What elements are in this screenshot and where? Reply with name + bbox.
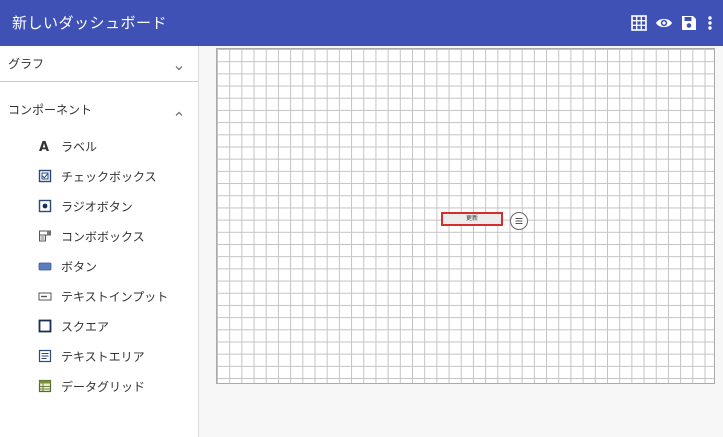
app-header: 新しいダッシュボード: [0, 0, 723, 46]
radio-button-icon: [38, 198, 52, 213]
more-vert-icon[interactable]: [705, 14, 715, 32]
sidebar-item-text: スクエア: [61, 320, 110, 334]
square-icon: [38, 318, 52, 333]
component-section-header[interactable]: コンポーネント: [0, 92, 198, 126]
svg-text:A: A: [39, 140, 49, 153]
grid-icon[interactable]: [630, 14, 648, 32]
sidebar-item-combobox[interactable]: コンボボックス: [0, 222, 198, 250]
sidebar-item-text-input[interactable]: テキストインプット: [0, 282, 198, 310]
save-icon[interactable]: [680, 14, 698, 32]
combobox-icon: [38, 228, 52, 242]
sidebar-item-label[interactable]: A ラベル: [0, 132, 198, 160]
sidebar-item-textarea[interactable]: テキストエリア: [0, 342, 198, 370]
sidebar-item-checkbox[interactable]: チェックボックス: [0, 162, 198, 190]
sidebar-item-button[interactable]: ボタン: [0, 252, 198, 280]
sidebar-item-text: テキストインプット: [61, 290, 169, 304]
checkbox-icon: [38, 168, 52, 183]
graph-section-label: グラフ: [8, 57, 45, 71]
chevron-down-icon: [174, 58, 184, 71]
sidebar-item-radio-button[interactable]: ラジオボタン: [0, 192, 198, 220]
textarea-icon: [38, 348, 52, 363]
sidebar-item-text: データグリッド: [61, 380, 146, 394]
graph-section-header[interactable]: グラフ: [0, 46, 198, 80]
sidebar-item-text: ラベル: [61, 140, 98, 154]
eye-icon[interactable]: [655, 14, 673, 32]
sidebar-item-square[interactable]: スクエア: [0, 312, 198, 340]
element-menu-icon[interactable]: [510, 212, 528, 230]
button-icon: [38, 258, 52, 272]
sidebar-item-datagrid[interactable]: データグリッド: [0, 372, 198, 400]
placed-refresh-button[interactable]: 更新: [441, 212, 503, 226]
sidebar-item-text: ラジオボタン: [61, 200, 133, 214]
component-section-label: コンポーネント: [8, 103, 93, 117]
sidebar-item-text: コンボボックス: [61, 230, 145, 244]
sidebar-item-text: テキストエリア: [61, 350, 145, 364]
text-input-icon: [38, 288, 52, 302]
datagrid-icon: [38, 378, 52, 393]
section-divider: [0, 81, 198, 82]
label-icon: A: [38, 138, 52, 155]
sidebar-item-text: チェックボックス: [61, 170, 157, 184]
dashboard-title: 新しいダッシュボード: [12, 14, 168, 32]
chevron-up-icon: [174, 104, 184, 116]
component-sidebar: グラフ コンポーネント A ラベル チェックボックス ラジオボタン コンボボック…: [0, 46, 199, 437]
sidebar-item-text: ボタン: [61, 260, 98, 274]
